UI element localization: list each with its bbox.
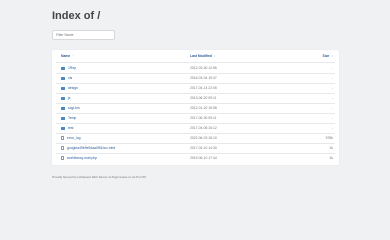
last-modified: 2017-04-10 14:30 bbox=[190, 146, 217, 150]
sort-toggle-icon: ↕ bbox=[213, 54, 216, 58]
table-row: design 2017-04-14 22:05 - bbox=[52, 83, 339, 93]
column-size-label: Size bbox=[322, 54, 330, 58]
file-link[interactable]: googlea49b9e54aa0f51bcc.html bbox=[61, 143, 115, 153]
file-name: test bbox=[68, 126, 74, 130]
table-row: googlea49b9e54aa0f51bcc.html 2017-04-10 1… bbox=[52, 143, 339, 153]
file-size: 1k bbox=[329, 146, 333, 150]
file-size: - bbox=[331, 126, 333, 130]
last-modified: 2022-06-03 15:10 bbox=[190, 136, 217, 140]
sort-by-last-modified-link[interactable]: Last Modified ↕ bbox=[190, 51, 216, 61]
table-row: scgi-bin 2012-01-20 15:58 - bbox=[52, 103, 339, 113]
folder-icon bbox=[61, 76, 65, 80]
table-row: js 2013-06-20 09:11 - bbox=[52, 93, 339, 103]
filter-name-input[interactable] bbox=[52, 30, 115, 40]
sort-by-name-link[interactable]: Name ↑ bbox=[61, 51, 74, 61]
file-name: cls bbox=[68, 76, 73, 80]
file-link[interactable]: 1Rep bbox=[61, 63, 76, 73]
file-size: - bbox=[331, 116, 333, 120]
last-modified: 2017-06-30 09:11 bbox=[190, 116, 217, 120]
file-icon bbox=[61, 136, 64, 141]
file-size: 1k bbox=[329, 156, 333, 160]
table-row: Temp 2017-06-30 09:11 - bbox=[52, 113, 339, 123]
last-modified: 2019-06-10 17:44 bbox=[190, 156, 217, 160]
last-modified: 2017-04-06 15:12 bbox=[190, 126, 217, 130]
file-name: 1Rep bbox=[68, 66, 77, 70]
column-name-label: Name bbox=[61, 54, 71, 58]
file-link[interactable]: Temp bbox=[61, 113, 76, 123]
file-size: 978k bbox=[325, 136, 333, 140]
file-size: - bbox=[331, 76, 333, 80]
file-link[interactable]: js bbox=[61, 93, 70, 103]
file-link[interactable]: worldfancy-mail.php bbox=[61, 153, 97, 163]
table-row: 1Rep 2012-03-30 12:56 - bbox=[52, 63, 339, 73]
file-listing-table: Name ↑ Last Modified ↕ Size ↕ 1Rep 2012-03-3… bbox=[52, 50, 339, 165]
file-name: googlea49b9e54aa0f51bcc.html bbox=[67, 146, 116, 150]
file-link[interactable]: test bbox=[61, 123, 73, 133]
sort-by-size-link[interactable]: Size ↕ bbox=[323, 51, 334, 61]
last-modified: 2017-04-14 22:05 bbox=[190, 86, 217, 90]
file-size: - bbox=[331, 96, 333, 100]
file-link[interactable]: error_log bbox=[61, 133, 81, 143]
table-row: cls 2016-03-04 19:37 - bbox=[52, 73, 339, 83]
column-last-modified-label: Last Modified bbox=[190, 54, 212, 58]
table-row: test 2017-04-06 15:12 - bbox=[52, 123, 339, 133]
file-link[interactable]: design bbox=[61, 83, 78, 93]
file-name: error_log bbox=[67, 136, 81, 140]
last-modified: 2013-06-20 09:11 bbox=[190, 96, 217, 100]
file-icon bbox=[61, 146, 64, 151]
file-link[interactable]: scgi-bin bbox=[61, 103, 80, 113]
table-row: worldfancy-mail.php 2019-06-10 17:44 1k bbox=[52, 153, 339, 163]
file-name: design bbox=[68, 86, 78, 90]
file-name: scgi-bin bbox=[68, 106, 80, 110]
file-icon bbox=[61, 156, 64, 161]
server-footer: Proudly Served by LiteSpeed Web Server a… bbox=[52, 175, 146, 179]
last-modified: 2012-03-30 12:56 bbox=[190, 66, 217, 70]
sort-ascending-icon: ↑ bbox=[72, 54, 74, 58]
file-name: Temp bbox=[68, 116, 77, 120]
file-size: - bbox=[331, 106, 333, 110]
file-link[interactable]: cls bbox=[61, 73, 72, 83]
folder-icon bbox=[61, 96, 65, 100]
folder-icon bbox=[61, 116, 65, 120]
file-size: - bbox=[331, 86, 333, 90]
page-title: Index of / bbox=[52, 10, 101, 22]
last-modified: 2016-03-04 19:37 bbox=[190, 76, 217, 80]
table-row: error_log 2022-06-03 15:10 978k bbox=[52, 133, 339, 143]
folder-icon bbox=[61, 66, 65, 70]
folder-icon bbox=[61, 86, 65, 90]
file-name: worldfancy-mail.php bbox=[67, 156, 98, 160]
last-modified: 2012-01-20 15:58 bbox=[190, 106, 217, 110]
sort-toggle-icon: ↕ bbox=[331, 54, 333, 58]
file-name: js bbox=[68, 96, 71, 100]
table-header: Name ↑ Last Modified ↕ Size ↕ bbox=[52, 51, 339, 61]
folder-icon bbox=[61, 126, 65, 130]
folder-icon bbox=[61, 106, 65, 110]
file-size: - bbox=[331, 66, 333, 70]
